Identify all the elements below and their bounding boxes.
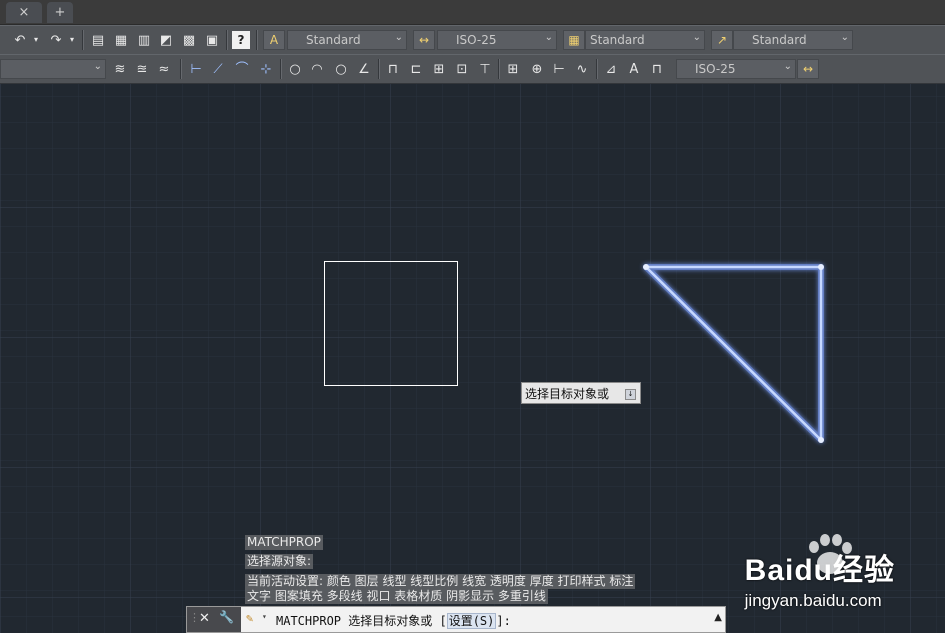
file-tab[interactable]: × xyxy=(6,2,42,23)
toolbar-separator xyxy=(180,59,182,79)
command-history-line: 文字 图案填充 多段线 视口 表格材质 阴影显示 多重引线 xyxy=(245,589,548,604)
dim-style-icon[interactable]: ↔ xyxy=(413,30,435,50)
text-style-icon[interactable]: A xyxy=(263,30,285,50)
continue-dimension-icon[interactable]: ⊞ xyxy=(429,59,449,79)
diameter-dimension-icon[interactable]: ○ xyxy=(331,59,351,79)
ordinate-dimension-icon[interactable]: ⊹ xyxy=(256,59,276,79)
jogged-linear-icon[interactable]: ∿ xyxy=(572,59,592,79)
aligned-dimension-icon[interactable]: ⟋ xyxy=(208,59,228,79)
file-tab-bar: × + xyxy=(0,0,945,25)
wrench-icon[interactable]: 🔧 xyxy=(219,610,234,624)
toolbar-separator xyxy=(82,30,84,50)
calculator-icon[interactable]: ▣ xyxy=(202,30,222,50)
new-tab-button[interactable]: + xyxy=(47,2,73,23)
toolbar-separator xyxy=(226,30,228,50)
plus-icon: + xyxy=(54,5,66,20)
match-properties-brush-icon: ✎ xyxy=(246,611,254,625)
command-history-line: MATCHPROP xyxy=(245,535,323,550)
dim-style-dropdown-2[interactable]: ISO-25 ⌄ xyxy=(676,59,796,79)
dimension-text-edit-icon[interactable]: A xyxy=(624,59,644,79)
jogged-dimension-icon[interactable]: ◠ xyxy=(307,59,327,79)
tool-palettes-icon[interactable]: ▥ xyxy=(134,30,154,50)
toolbar-separator xyxy=(256,30,258,50)
multileader-style-icon[interactable]: ↗ xyxy=(711,30,733,50)
paw-logo-icon xyxy=(808,534,852,574)
redo-dropdown-icon[interactable]: ▾ xyxy=(67,30,77,50)
recent-commands-dropdown-icon[interactable]: ▾ xyxy=(262,612,267,621)
toolbar-separator xyxy=(498,59,500,79)
close-icon[interactable]: ✕ xyxy=(199,611,210,626)
center-mark-icon[interactable]: ⊕ xyxy=(527,59,547,79)
multileader-style-dropdown[interactable]: Standard ⌄ xyxy=(733,30,853,50)
layer-dropdown[interactable]: ⌄ xyxy=(0,59,106,79)
close-tab-icon[interactable]: × xyxy=(19,5,30,20)
layer-previous-icon[interactable]: ≋ xyxy=(110,59,130,79)
dimension-toolbar: ⌄ ≋ ≊ ≈ ⊢ ⟋ ⌒ ⊹ ○ ◠ ○ ∠ ⊓ ⊏ ⊞ ⊡ ⊤ ⊞ ⊕ ⊢ … xyxy=(0,54,945,84)
toolbar-separator xyxy=(378,59,380,79)
vertex-grip[interactable] xyxy=(818,437,824,443)
dimension-edit-icon[interactable]: ⊿ xyxy=(601,59,621,79)
vertex-grip[interactable] xyxy=(643,264,649,270)
table-style-icon[interactable]: ▦ xyxy=(563,30,585,50)
design-center-icon[interactable]: ▦ xyxy=(111,30,131,50)
sheet-set-icon[interactable]: ◩ xyxy=(156,30,176,50)
undo-icon[interactable]: ↶ xyxy=(10,30,30,50)
command-input[interactable]: ✎ ▾ MATCHPROP 选择目标对象或 [设置(S)]: xyxy=(243,607,707,632)
command-history-toggle-icon[interactable]: ▲ xyxy=(714,612,722,623)
properties-icon[interactable]: ▤ xyxy=(88,30,108,50)
command-line-controls: ⋮ ✕ 🔧 xyxy=(187,607,241,632)
command-prompt: MATCHPROP 选择目标对象或 [设置(S)]: xyxy=(276,613,511,629)
chevron-down-icon: ⌄ xyxy=(840,32,849,43)
settings-option-link[interactable]: 设置(S) xyxy=(446,613,497,629)
redo-icon[interactable]: ↷ xyxy=(46,30,66,50)
dimension-update-icon[interactable]: ⊓ xyxy=(647,59,667,79)
toolbar-separator xyxy=(280,59,282,79)
dim-style-manager-icon[interactable]: ↔ xyxy=(797,59,819,79)
inspection-icon[interactable]: ⊢ xyxy=(549,59,569,79)
layer-match-icon[interactable]: ≈ xyxy=(154,59,174,79)
table-style-dropdown[interactable]: Standard ⌄ xyxy=(585,30,705,50)
tolerance-icon[interactable]: ⊞ xyxy=(503,59,523,79)
chevron-down-icon: ⌄ xyxy=(394,32,403,43)
baseline-dimension-icon[interactable]: ⊏ xyxy=(406,59,426,79)
dim-style-dropdown[interactable]: ISO-25 ⌄ xyxy=(437,30,557,50)
dimension-break-icon[interactable]: ⊤ xyxy=(475,59,495,79)
standard-toolbar: ↶ ▾ ↷ ▾ ▤ ▦ ▥ ◩ ▩ ▣ ? A Standard ⌄ ↔ ISO-… xyxy=(0,25,945,55)
chevron-down-icon: ⌄ xyxy=(783,61,792,72)
options-arrow-icon[interactable]: ↓ xyxy=(625,389,636,400)
text-style-dropdown[interactable]: Standard ⌄ xyxy=(287,30,407,50)
quick-dimension-icon[interactable]: ⊓ xyxy=(383,59,403,79)
undo-dropdown-icon[interactable]: ▾ xyxy=(31,30,41,50)
chevron-down-icon: ⌄ xyxy=(93,61,102,72)
command-history-line: 选择源对象: xyxy=(245,554,314,569)
command-line: ⋮ ✕ 🔧 ✎ ▾ MATCHPROP 选择目标对象或 [设置(S)]: ▲ xyxy=(186,606,726,633)
markup-icon[interactable]: ▩ xyxy=(179,30,199,50)
command-history-line: 当前活动设置: 颜色 图层 线型 线型比例 线宽 透明度 厚度 打印样式 标注 xyxy=(245,574,636,589)
dimension-space-icon[interactable]: ⊡ xyxy=(452,59,472,79)
toolbar-separator xyxy=(596,59,598,79)
chevron-down-icon: ⌄ xyxy=(692,32,701,43)
chevron-down-icon: ⌄ xyxy=(544,32,553,43)
help-icon[interactable]: ? xyxy=(232,31,250,49)
baidu-jingyan-watermark: Baidu经验 jingyan.baidu.com xyxy=(744,534,895,611)
watermark-url: jingyan.baidu.com xyxy=(744,591,882,610)
linear-dimension-icon[interactable]: ⊢ xyxy=(186,59,206,79)
layer-isolate-icon[interactable]: ≊ xyxy=(132,59,152,79)
arc-length-icon[interactable]: ⌒ xyxy=(232,59,252,79)
radius-dimension-icon[interactable]: ○ xyxy=(285,59,305,79)
vertex-grip[interactable] xyxy=(818,264,824,270)
angular-dimension-icon[interactable]: ∠ xyxy=(354,59,374,79)
dynamic-input-tooltip: 选择目标对象或 ↓ xyxy=(521,382,641,404)
